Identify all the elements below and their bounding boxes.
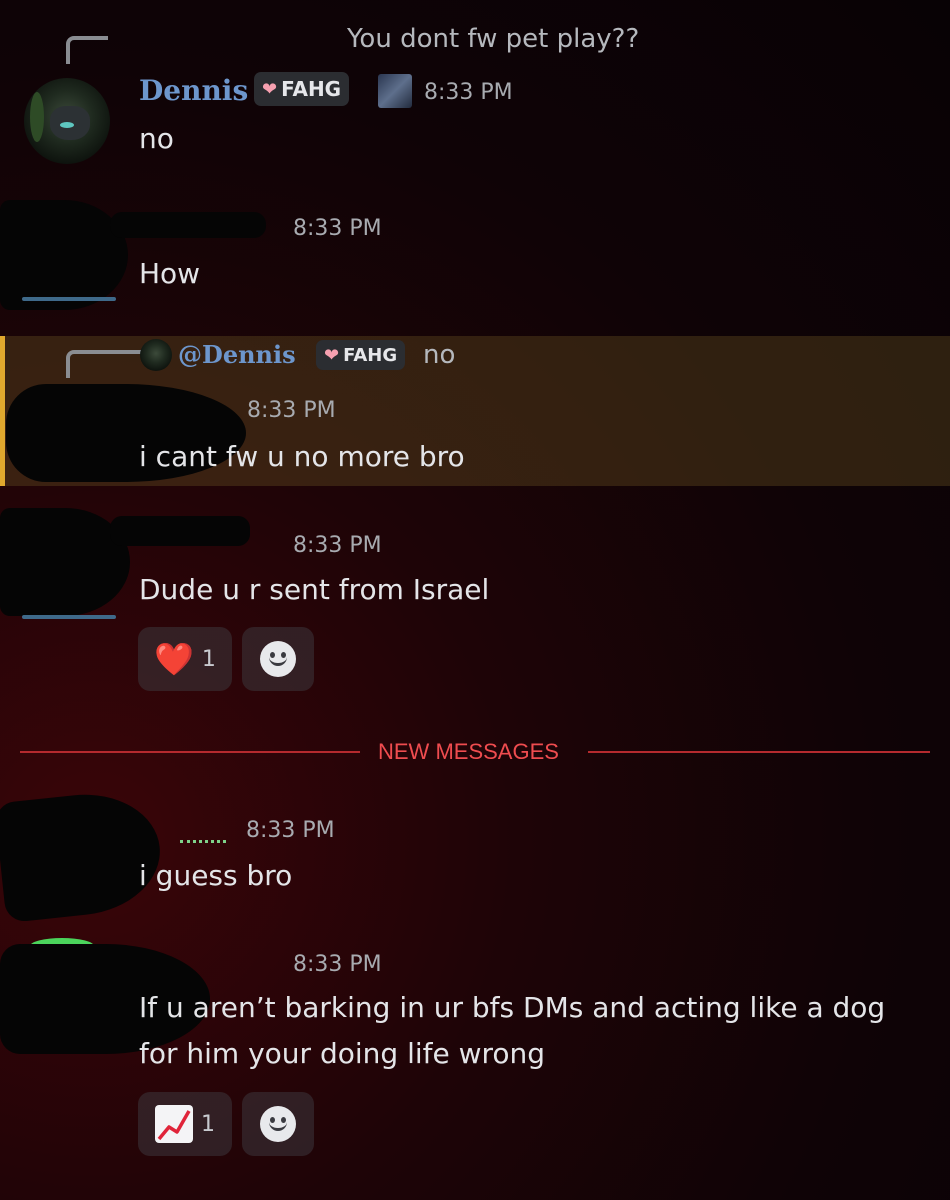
timestamp: 8:33 PM [246, 818, 335, 843]
server-tag-label: FAHG [281, 77, 342, 101]
role-icon [378, 74, 412, 108]
smiley-icon [260, 641, 296, 677]
reaction-count: 1 [201, 646, 216, 672]
message-text-line-1: If u aren’t barking in ur bfs DMs and ac… [139, 991, 886, 1024]
timestamp: 8:33 PM [293, 216, 382, 241]
timestamp: 8:33 PM [293, 533, 382, 558]
avatar[interactable] [24, 78, 110, 164]
avatar-foliage [30, 92, 44, 142]
timestamp: 8:33 PM [293, 952, 382, 977]
new-messages-divider-left [20, 751, 360, 753]
new-messages-divider-right [588, 751, 930, 753]
reply-mention[interactable]: @Dennis [178, 340, 296, 369]
message-text: Dude u r sent from Israel [139, 573, 490, 606]
reply-server-tag[interactable]: ❤ FAHG [316, 340, 406, 370]
avatar-decoration [22, 615, 116, 619]
heart-icon: ❤ [262, 78, 278, 100]
reply-connector [66, 36, 108, 64]
chart-increasing-emoji-icon [155, 1105, 193, 1143]
smiley-icon [260, 1106, 296, 1142]
message-text: How [139, 257, 201, 290]
username[interactable]: Dennis [139, 74, 248, 107]
reply-avatar[interactable] [140, 339, 172, 371]
reply-server-tag-label: FAHG [343, 344, 398, 366]
add-reaction-button[interactable] [242, 1092, 314, 1156]
avatar-wolf-eye [60, 122, 74, 128]
reaction-count: 1 [201, 1111, 215, 1137]
redacted-username [110, 516, 250, 546]
reply-connector [66, 350, 148, 378]
username-partial [180, 822, 226, 843]
heart-icon: ❤ [324, 344, 340, 366]
heart-emoji-icon: ❤️ [154, 640, 194, 678]
server-tag[interactable]: ❤ FAHG [254, 72, 350, 106]
reaction-heart[interactable]: ❤️ 1 [138, 627, 232, 691]
timestamp: 8:33 PM [424, 80, 513, 105]
add-reaction-button[interactable] [242, 627, 314, 691]
message-text: no [139, 122, 174, 155]
reaction-chart[interactable]: 1 [138, 1092, 232, 1156]
redacted-avatar [0, 200, 128, 310]
redacted-username [110, 212, 266, 238]
message-text: i cant fw u no more bro [139, 440, 465, 473]
new-messages-label: NEW MESSAGES [378, 739, 559, 764]
timestamp: 8:33 PM [247, 398, 336, 423]
reply-preview-text[interactable]: no [423, 340, 455, 370]
message-text-line-2: for him your doing life wrong [139, 1037, 546, 1070]
avatar-decoration [22, 297, 116, 301]
reply-preview-text[interactable]: You dont fw pet play?? [347, 24, 639, 54]
message-text: i guess bro [139, 859, 293, 892]
